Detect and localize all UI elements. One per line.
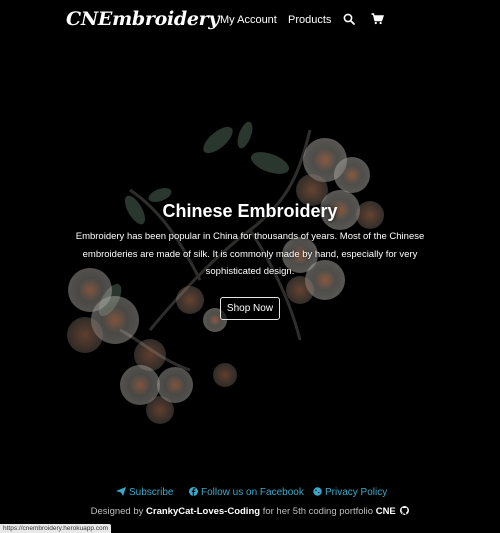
footer-credit: Designed by CrankyCat-Loves-Coding for h… <box>0 506 500 517</box>
footer-privacy-link[interactable]: Privacy Policy <box>313 487 387 498</box>
subscribe-label: Subscribe <box>129 487 174 498</box>
nav-products[interactable]: Products <box>288 14 331 26</box>
footer-subscribe-link[interactable]: Subscribe <box>116 487 173 498</box>
facebook-label: Follow us on Facebook <box>201 487 304 498</box>
hero-title: Chinese Embroidery <box>162 201 338 221</box>
credit-middle: for her 5th coding portfolio <box>262 506 374 517</box>
search-icon[interactable] <box>343 12 357 26</box>
nav-my-account[interactable]: My Account <box>220 14 277 26</box>
credit-author-link[interactable]: CrankyCat-Loves-Coding <box>146 506 260 517</box>
credit-brand: CNE <box>375 506 396 517</box>
brand-logo[interactable]: CNEmbroidery <box>66 8 219 30</box>
hero-description: Embroidery has been popular in China for… <box>75 231 425 277</box>
cookie-icon <box>313 487 322 496</box>
github-icon[interactable] <box>400 506 410 515</box>
page: CNEmbroidery My Account Products Chinese… <box>0 0 500 533</box>
footer-links: Subscribe Follow us on Facebook Privacy … <box>0 487 500 501</box>
cart-icon[interactable] <box>371 12 385 26</box>
credit-prefix: Designed by <box>90 506 144 517</box>
privacy-label: Privacy Policy <box>325 487 388 498</box>
facebook-icon <box>189 487 198 496</box>
footer-facebook-link[interactable]: Follow us on Facebook <box>189 487 304 498</box>
navbar: CNEmbroidery My Account Products <box>0 0 500 42</box>
shop-now-button[interactable]: Shop Now <box>220 297 280 320</box>
status-bar-url: https://cnembroidery.herokuapp.com <box>0 524 112 533</box>
paper-plane-icon <box>116 487 126 496</box>
